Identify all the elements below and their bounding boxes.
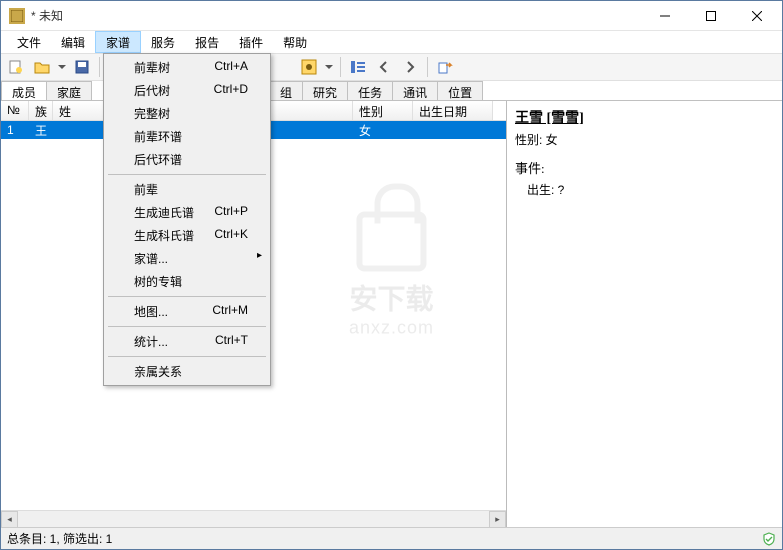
toolbar-dropdown-arrow[interactable] bbox=[57, 56, 67, 78]
save-button[interactable] bbox=[71, 56, 93, 78]
menu-item-label: 地图... bbox=[134, 303, 168, 320]
cell: 1 bbox=[1, 122, 29, 138]
menu-item-label: 前辈 bbox=[134, 181, 158, 198]
detail-sex-value: 女 bbox=[546, 133, 558, 147]
horizontal-scrollbar[interactable]: ◂ ▸ bbox=[1, 510, 506, 527]
titlebar: * 未知 bbox=[1, 1, 782, 31]
scroll-left-button[interactable]: ◂ bbox=[1, 511, 18, 528]
tab-通讯[interactable]: 通讯 bbox=[392, 81, 438, 100]
menu-item-生成科氏谱[interactable]: 生成科氏谱 Ctrl+K bbox=[106, 224, 268, 247]
toolbar-separator bbox=[340, 57, 341, 77]
close-button[interactable] bbox=[734, 1, 780, 31]
detail-name: 王雪 [雪雪] bbox=[515, 107, 774, 127]
menu-item-地图...[interactable]: 地图... Ctrl+M bbox=[106, 300, 268, 323]
toolbar-separator bbox=[427, 57, 428, 77]
tab-成员[interactable]: 成员 bbox=[1, 81, 47, 100]
tree-button[interactable] bbox=[298, 56, 320, 78]
detail-pane: 王雪 [雪雪] 性别: 女 事件: 出生: ? bbox=[507, 101, 782, 527]
open-file-button[interactable] bbox=[31, 56, 53, 78]
cell: 女 bbox=[353, 121, 413, 140]
menu-帮助[interactable]: 帮助 bbox=[273, 31, 317, 53]
menubar: 文件编辑家谱服务报告插件帮助 bbox=[1, 31, 782, 53]
status-text: 总条目: 1, 筛选出: 1 bbox=[7, 530, 112, 547]
detail-sex: 性别: 女 bbox=[515, 131, 774, 148]
column-header[interactable]: № bbox=[1, 101, 29, 120]
nav-back-button[interactable] bbox=[373, 56, 395, 78]
menu-item-label: 前辈环谱 bbox=[134, 128, 182, 145]
menu-item-label: 后代环谱 bbox=[134, 151, 182, 168]
toolbar-separator bbox=[99, 57, 100, 77]
menu-item-后代树[interactable]: 后代树 Ctrl+D bbox=[106, 79, 268, 102]
column-header[interactable]: 族 bbox=[29, 101, 53, 120]
tab-组[interactable]: 组 bbox=[269, 81, 303, 100]
menu-item-label: 生成迪氏谱 bbox=[134, 204, 194, 221]
menu-separator bbox=[108, 174, 266, 175]
menu-item-label: 统计... bbox=[134, 333, 168, 350]
window-title: * 未知 bbox=[31, 7, 642, 24]
menu-item-label: 生成科氏谱 bbox=[134, 227, 194, 244]
menu-item-shortcut: Ctrl+K bbox=[214, 227, 248, 244]
column-header[interactable]: 出生日期 bbox=[413, 101, 493, 120]
menu-item-shortcut: Ctrl+A bbox=[214, 59, 248, 76]
detail-birth-label: 出生: bbox=[527, 183, 554, 197]
menu-item-label: 后代树 bbox=[134, 82, 170, 99]
menu-编辑[interactable]: 编辑 bbox=[51, 31, 95, 53]
cell bbox=[413, 129, 493, 131]
app-icon bbox=[9, 8, 25, 24]
menu-separator bbox=[108, 356, 266, 357]
export-button[interactable] bbox=[434, 56, 456, 78]
toolbar-dropdown-arrow-2[interactable] bbox=[324, 56, 334, 78]
menu-item-label: 家谱... bbox=[134, 250, 168, 267]
new-file-button[interactable] bbox=[5, 56, 27, 78]
maximize-button[interactable] bbox=[688, 1, 734, 31]
menu-报告[interactable]: 报告 bbox=[185, 31, 229, 53]
menu-item-shortcut: Ctrl+T bbox=[215, 333, 248, 350]
menu-item-前辈树[interactable]: 前辈树 Ctrl+A bbox=[106, 56, 268, 79]
cell: 王 bbox=[29, 121, 53, 140]
menu-item-label: 树的专辑 bbox=[134, 273, 182, 290]
column-header[interactable]: 性别 bbox=[353, 101, 413, 120]
menu-item-后代环谱[interactable]: 后代环谱 bbox=[106, 148, 268, 171]
menu-separator bbox=[108, 296, 266, 297]
menu-separator bbox=[108, 326, 266, 327]
menu-dropdown-jiapu: 前辈树 Ctrl+A 后代树 Ctrl+D 完整树前辈环谱后代环谱前辈生成迪氏谱 Ctrl… bbox=[103, 53, 271, 386]
menu-item-label: 亲属关系 bbox=[134, 363, 182, 380]
detail-birth: 出生: ? bbox=[515, 181, 774, 198]
menu-item-shortcut: Ctrl+P bbox=[214, 204, 248, 221]
menu-item-树的专辑[interactable]: 树的专辑 bbox=[106, 270, 268, 293]
menu-item-shortcut: Ctrl+M bbox=[212, 303, 248, 320]
statusbar: 总条目: 1, 筛选出: 1 bbox=[1, 527, 782, 549]
menu-插件[interactable]: 插件 bbox=[229, 31, 273, 53]
tab-任务[interactable]: 任务 bbox=[347, 81, 393, 100]
tab-家庭[interactable]: 家庭 bbox=[46, 81, 92, 100]
menu-item-生成迪氏谱[interactable]: 生成迪氏谱 Ctrl+P bbox=[106, 201, 268, 224]
minimize-button[interactable] bbox=[642, 1, 688, 31]
menu-item-亲属关系[interactable]: 亲属关系 bbox=[106, 360, 268, 383]
menu-item-label: 完整树 bbox=[134, 105, 170, 122]
tab-研究[interactable]: 研究 bbox=[302, 81, 348, 100]
scroll-right-button[interactable]: ▸ bbox=[489, 511, 506, 528]
menu-item-shortcut: Ctrl+D bbox=[214, 82, 248, 99]
shield-icon bbox=[762, 532, 776, 546]
menu-item-前辈[interactable]: 前辈 bbox=[106, 178, 268, 201]
menu-item-家谱...[interactable]: 家谱... bbox=[106, 247, 268, 270]
list-view-button[interactable] bbox=[347, 56, 369, 78]
menu-item-完整树[interactable]: 完整树 bbox=[106, 102, 268, 125]
menu-文件[interactable]: 文件 bbox=[7, 31, 51, 53]
menu-item-统计...[interactable]: 统计... Ctrl+T bbox=[106, 330, 268, 353]
detail-events-label: 事件: bbox=[515, 158, 774, 177]
menu-item-label: 前辈树 bbox=[134, 59, 170, 76]
detail-birth-value: ? bbox=[558, 183, 565, 197]
menu-服务[interactable]: 服务 bbox=[141, 31, 185, 53]
menu-item-前辈环谱[interactable]: 前辈环谱 bbox=[106, 125, 268, 148]
nav-forward-button[interactable] bbox=[399, 56, 421, 78]
tab-位置[interactable]: 位置 bbox=[437, 81, 483, 100]
detail-sex-label: 性别: bbox=[515, 133, 542, 147]
menu-家谱[interactable]: 家谱 bbox=[95, 31, 141, 53]
